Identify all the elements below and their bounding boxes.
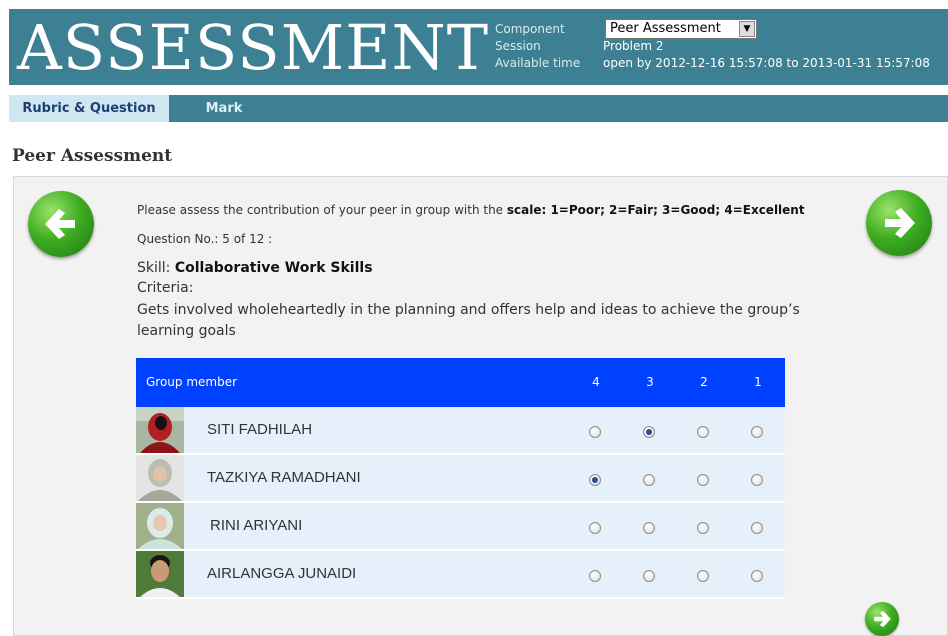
table-row: RINI ARIYANI (136, 503, 785, 551)
table-header: Group member 4 3 2 1 (136, 358, 785, 407)
member-name: SITI FADHILAH (207, 421, 313, 438)
tab-bar: Rubric & Question Mark (9, 95, 948, 122)
table-row: TAZKIYA RAMADHANI (136, 455, 785, 503)
tab-rubric-question[interactable]: Rubric & Question (9, 95, 169, 122)
arrow-left-icon (45, 209, 75, 239)
component-select[interactable]: Peer Assessment ▼ (605, 19, 757, 39)
rating-radio-2[interactable] (697, 426, 709, 438)
app-logo: ASSESSMENT (17, 11, 490, 84)
next-question-button[interactable] (866, 190, 932, 256)
member-name: TAZKIYA RAMADHANI (207, 469, 361, 486)
rating-radio-4[interactable] (589, 522, 601, 534)
rating-radio-3[interactable] (643, 522, 655, 534)
skill-line: Skill: Collaborative Work Skills (137, 260, 373, 276)
avatar (136, 455, 184, 501)
component-label: Component (495, 22, 565, 36)
header-banner: ASSESSMENT Component Session Available t… (9, 9, 948, 85)
header-meta-labels: Component Session Available time (495, 21, 580, 72)
chevron-down-icon[interactable]: ▼ (739, 21, 755, 37)
avatar (136, 551, 184, 597)
tab-mark[interactable]: Mark (169, 95, 279, 122)
question-number: Question No.: 5 of 12 : (137, 232, 273, 246)
peer-rating-table: Group member 4 3 2 1 SITI FADHILAH TAZKI… (136, 358, 785, 599)
rating-radio-3[interactable] (643, 426, 655, 438)
rating-radio-2[interactable] (697, 474, 709, 486)
column-header-4: 4 (592, 375, 600, 389)
rating-radio-3[interactable] (643, 474, 655, 486)
member-name: AIRLANGGA JUNAIDI (207, 565, 357, 582)
column-header-2: 2 (700, 375, 708, 389)
session-label: Session (495, 39, 541, 53)
available-time-label: Available time (495, 56, 581, 70)
instruction-text: Please assess the contribution of your p… (137, 203, 805, 217)
rating-radio-1[interactable] (751, 426, 763, 438)
submit-next-button[interactable] (865, 602, 899, 636)
page-title: Peer Assessment (12, 146, 173, 166)
column-header-3: 3 (646, 375, 654, 389)
rating-radio-2[interactable] (697, 570, 709, 582)
column-header-member: Group member (146, 375, 238, 389)
rating-radio-1[interactable] (751, 570, 763, 582)
avatar (136, 407, 184, 453)
scale-legend: scale: 1=Poor; 2=Fair; 3=Good; 4=Excelle… (506, 203, 805, 217)
arrow-right-icon (874, 610, 891, 628)
skill-value: Collaborative Work Skills (174, 260, 373, 276)
criteria-label: Criteria: (137, 280, 194, 296)
rating-radio-1[interactable] (751, 474, 763, 486)
table-row: AIRLANGGA JUNAIDI (136, 551, 785, 599)
criteria-text: Gets involved wholeheartedly in the plan… (137, 302, 800, 339)
column-header-1: 1 (754, 375, 762, 389)
skill-label: Skill: (137, 260, 175, 276)
rating-radio-4[interactable] (589, 474, 601, 486)
rating-radio-4[interactable] (589, 570, 601, 582)
available-time-value: open by 2012-12-16 15:57:08 to 2013-01-3… (603, 56, 930, 70)
rating-radio-4[interactable] (589, 426, 601, 438)
avatar (136, 503, 184, 549)
arrow-right-icon (885, 208, 915, 238)
session-value: Problem 2 (603, 39, 664, 53)
rating-radio-3[interactable] (643, 570, 655, 582)
rating-radio-2[interactable] (697, 522, 709, 534)
previous-question-button[interactable] (28, 191, 94, 257)
rating-radio-1[interactable] (751, 522, 763, 534)
instruction-prefix: Please assess the contribution of your p… (137, 203, 507, 217)
member-name: RINI ARIYANI (210, 517, 303, 534)
table-row: SITI FADHILAH (136, 407, 785, 455)
component-select-value: Peer Assessment (610, 21, 721, 36)
